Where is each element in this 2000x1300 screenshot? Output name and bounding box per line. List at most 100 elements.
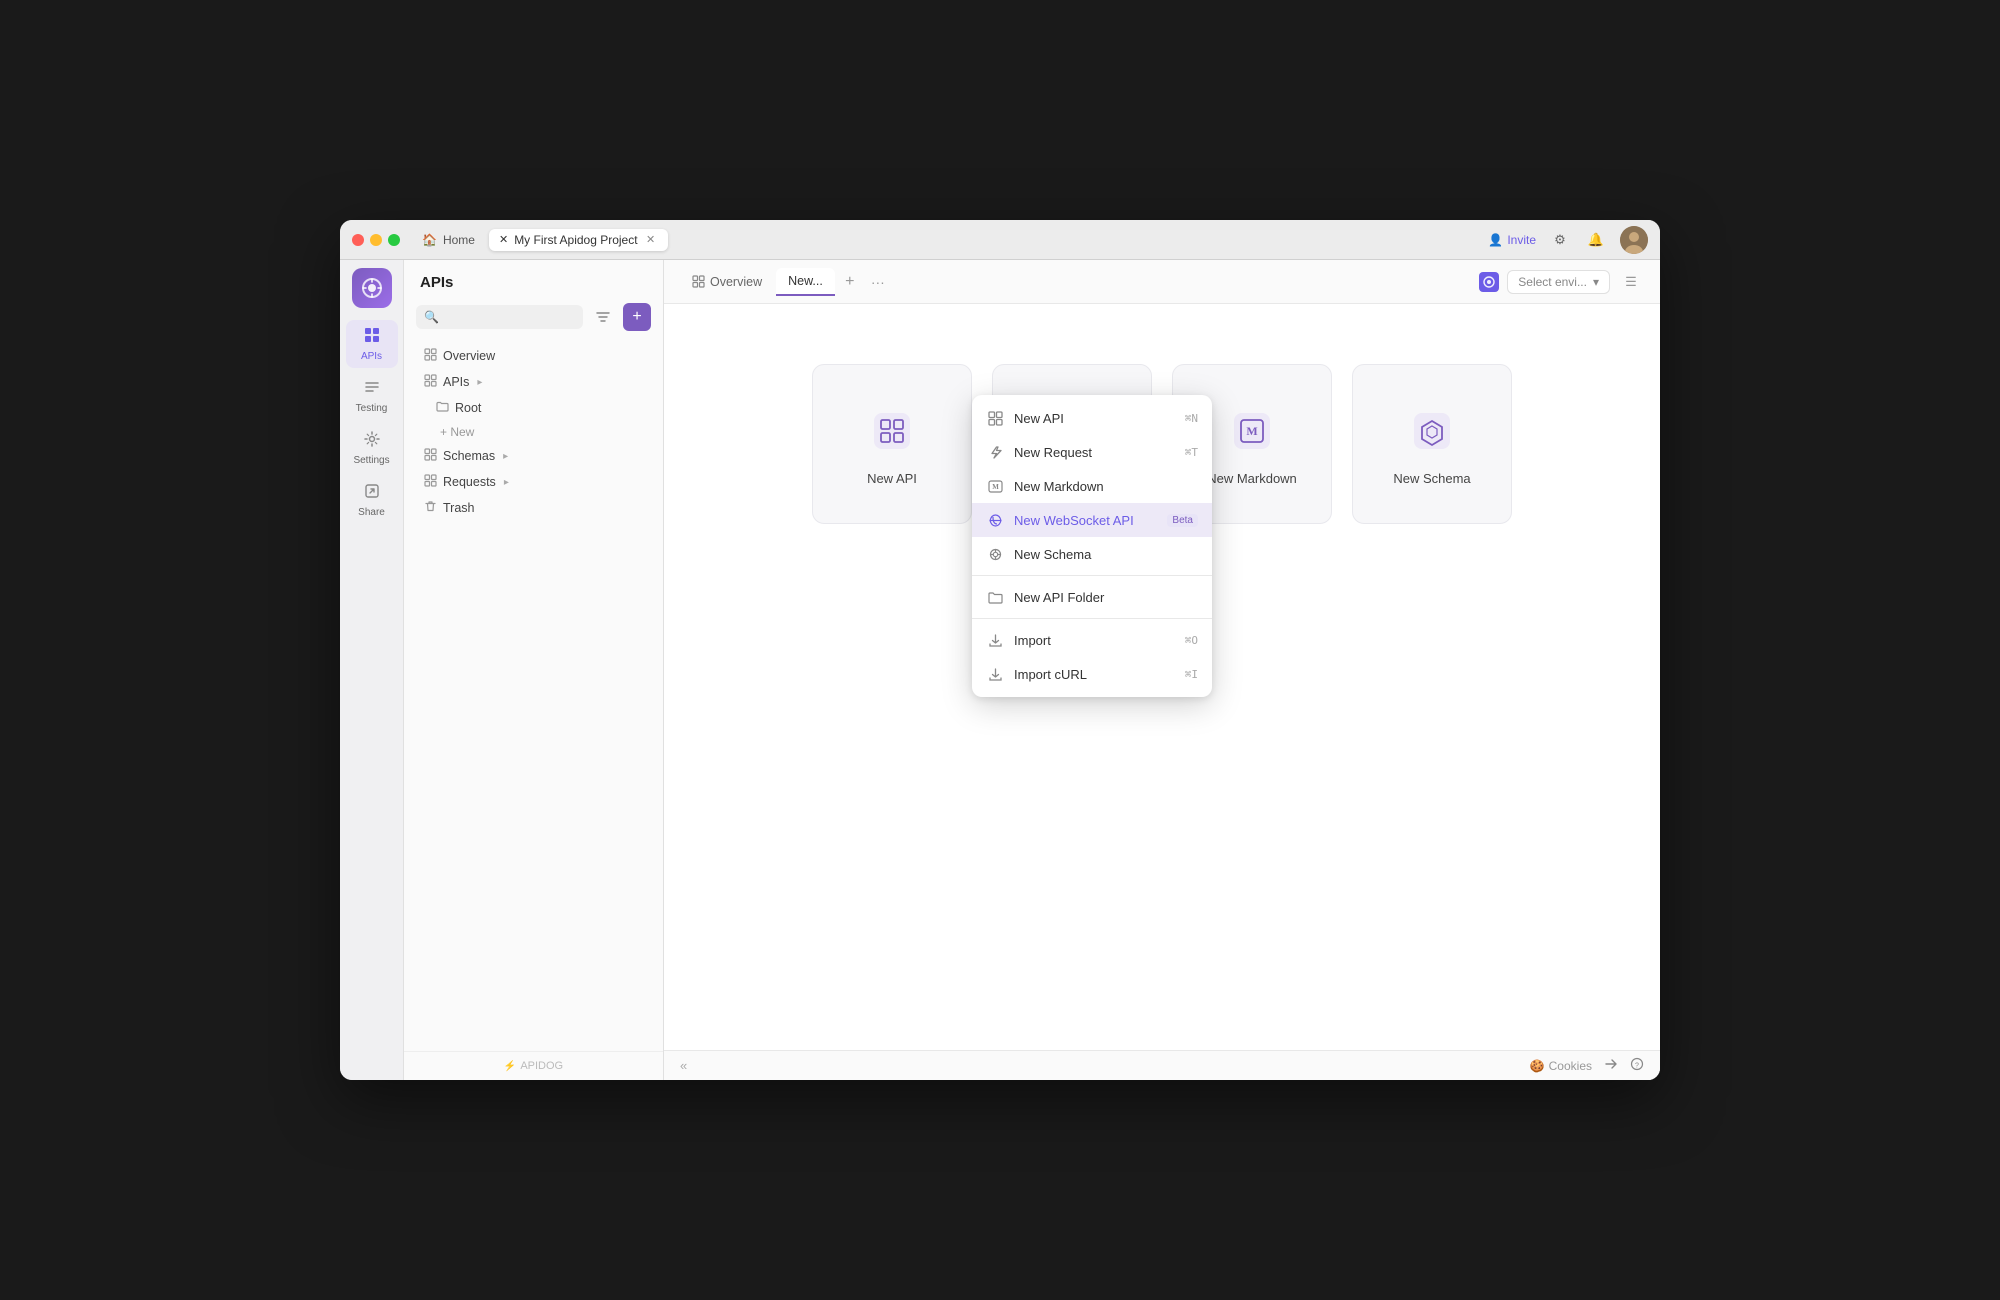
search-input[interactable]: 🔍 [416, 305, 583, 329]
menu-new-folder-label: New API Folder [1014, 590, 1198, 605]
bolt-icon [986, 443, 1004, 461]
tree-requests-label: Requests [443, 475, 496, 489]
tab-new-label: New... [788, 274, 823, 288]
tree-item-root[interactable]: Root [408, 395, 659, 421]
window-tabs: 🏠 Home ✕ My First Apidog Project ✕ [412, 229, 1488, 251]
folder-icon [436, 400, 449, 416]
import-icon [986, 631, 1004, 649]
help-icon: ? [1630, 1057, 1644, 1074]
testing-icon [363, 378, 381, 401]
menu-divider-2 [972, 618, 1212, 619]
more-tabs-button[interactable]: ··· [865, 269, 891, 295]
home-tab[interactable]: 🏠 Home [412, 229, 485, 251]
tab-new[interactable]: New... [776, 268, 835, 296]
schemas-expand-icon: ▸ [503, 451, 508, 462]
avatar-image [1620, 226, 1648, 254]
titlebar: 🏠 Home ✕ My First Apidog Project ✕ 👤 Inv… [340, 220, 1660, 260]
env-placeholder: Select envi... [1518, 275, 1587, 289]
collapse-sidebar-button[interactable]: « [680, 1058, 687, 1073]
menu-item-new-websocket[interactable]: New WebSocket API Beta [972, 503, 1212, 537]
send-icon [1604, 1057, 1618, 1074]
panel-tree: Overview APIs ▸ [404, 339, 663, 1051]
tree-item-apis[interactable]: APIs ▸ [408, 369, 659, 395]
menu-new-request-label: New Request [1014, 445, 1175, 460]
layout-menu-button[interactable]: ☰ [1618, 269, 1644, 295]
tab-overview[interactable]: Overview [680, 269, 774, 295]
sidebar-item-settings[interactable]: Settings [346, 424, 398, 472]
bottom-right: 🍪 Cookies [1530, 1057, 1644, 1074]
new-markdown-label: New Markdown [1207, 471, 1297, 486]
menu-new-api-shortcut: ⌘N [1185, 412, 1198, 425]
menu-divider-1 [972, 575, 1212, 576]
menu-import-curl-label: Import cURL [1014, 667, 1175, 682]
maximize-button[interactable] [388, 234, 400, 246]
testing-label: Testing [356, 403, 388, 414]
cookies-button[interactable]: 🍪 Cookies [1530, 1059, 1592, 1073]
send-button[interactable] [1604, 1057, 1618, 1074]
add-new-button[interactable]: + [623, 303, 651, 331]
main-content: Overview New... + ··· Select envi... [664, 260, 1660, 1080]
add-tab-button[interactable]: + [837, 269, 863, 295]
sidebar-item-apis[interactable]: APIs [346, 320, 398, 368]
sidebar-item-share[interactable]: Share [346, 476, 398, 524]
filter-button[interactable] [589, 303, 617, 331]
bottom-bar: « 🍪 Cookies [664, 1050, 1660, 1080]
menu-item-new-markdown[interactable]: M New Markdown [972, 469, 1212, 503]
schemas-icon [424, 448, 437, 464]
new-schema-icon [1404, 403, 1460, 459]
share-label: Share [358, 507, 385, 518]
tree-item-overview[interactable]: Overview [408, 343, 659, 369]
main-layout: APIs Testing [340, 260, 1660, 1080]
tree-apis-label: APIs [443, 375, 469, 389]
project-tab[interactable]: ✕ My First Apidog Project ✕ [489, 229, 668, 251]
menu-item-new-request[interactable]: New Request ⌘T [972, 435, 1212, 469]
apis-label: APIs [361, 351, 382, 362]
tree-item-schemas[interactable]: Schemas ▸ [408, 443, 659, 469]
minimize-button[interactable] [370, 234, 382, 246]
logo-icon [359, 275, 385, 301]
close-button[interactable] [352, 234, 364, 246]
tree-item-trash[interactable]: Trash [408, 495, 659, 521]
person-icon: 👤 [1488, 233, 1503, 247]
filter-icon [595, 309, 611, 325]
avatar[interactable] [1620, 226, 1648, 254]
tree-item-requests[interactable]: Requests ▸ [408, 469, 659, 495]
icon-sidebar: APIs Testing [340, 260, 404, 1080]
new-api-card[interactable]: New API [812, 364, 972, 524]
menu-import-shortcut: ⌘O [1185, 634, 1198, 647]
new-item-label: + New [440, 425, 474, 439]
menu-item-new-schema[interactable]: New Schema [972, 537, 1212, 571]
traffic-lights [352, 234, 400, 246]
menu-item-import-curl[interactable]: Import cURL ⌘I [972, 657, 1212, 691]
titlebar-right: 👤 Invite ⚙ 🔔 [1488, 226, 1648, 254]
app-window: 🏠 Home ✕ My First Apidog Project ✕ 👤 Inv… [340, 220, 1660, 1080]
markdown-icon: M [986, 477, 1004, 495]
tree-root-label: Root [455, 401, 481, 415]
sidebar-item-testing[interactable]: Testing [346, 372, 398, 420]
env-selector[interactable]: Select envi... ▾ [1507, 270, 1610, 294]
overview-icon [424, 348, 437, 364]
apis-tree-icon [424, 374, 437, 390]
cookies-icon: 🍪 [1530, 1059, 1545, 1073]
new-schema-label: New Schema [1393, 471, 1470, 486]
tab-overview-label: Overview [710, 275, 762, 289]
menu-new-schema-label: New Schema [1014, 547, 1198, 562]
tree-schemas-label: Schemas [443, 449, 495, 463]
invite-label: Invite [1507, 233, 1536, 247]
settings-label: Settings [353, 455, 389, 466]
tab-close-icon[interactable]: ✕ [644, 233, 658, 247]
tree-overview-label: Overview [443, 349, 495, 363]
notification-icon-btn[interactable]: 🔔 [1584, 228, 1608, 252]
settings-icon-btn[interactable]: ⚙ [1548, 228, 1572, 252]
panel-footer: ⚡ APIDOG [404, 1051, 663, 1080]
menu-item-new-folder[interactable]: New API Folder [972, 580, 1212, 614]
apidog-brand: ⚡ APIDOG [504, 1060, 563, 1072]
menu-new-api-label: New API [1014, 411, 1175, 426]
new-schema-card[interactable]: New Schema [1352, 364, 1512, 524]
new-item-button[interactable]: + New [424, 421, 663, 443]
menu-item-new-api[interactable]: New API ⌘N [972, 401, 1212, 435]
invite-button[interactable]: 👤 Invite [1488, 233, 1536, 247]
help-button[interactable]: ? [1630, 1057, 1644, 1074]
menu-new-markdown-label: New Markdown [1014, 479, 1198, 494]
menu-item-import[interactable]: Import ⌘O [972, 623, 1212, 657]
